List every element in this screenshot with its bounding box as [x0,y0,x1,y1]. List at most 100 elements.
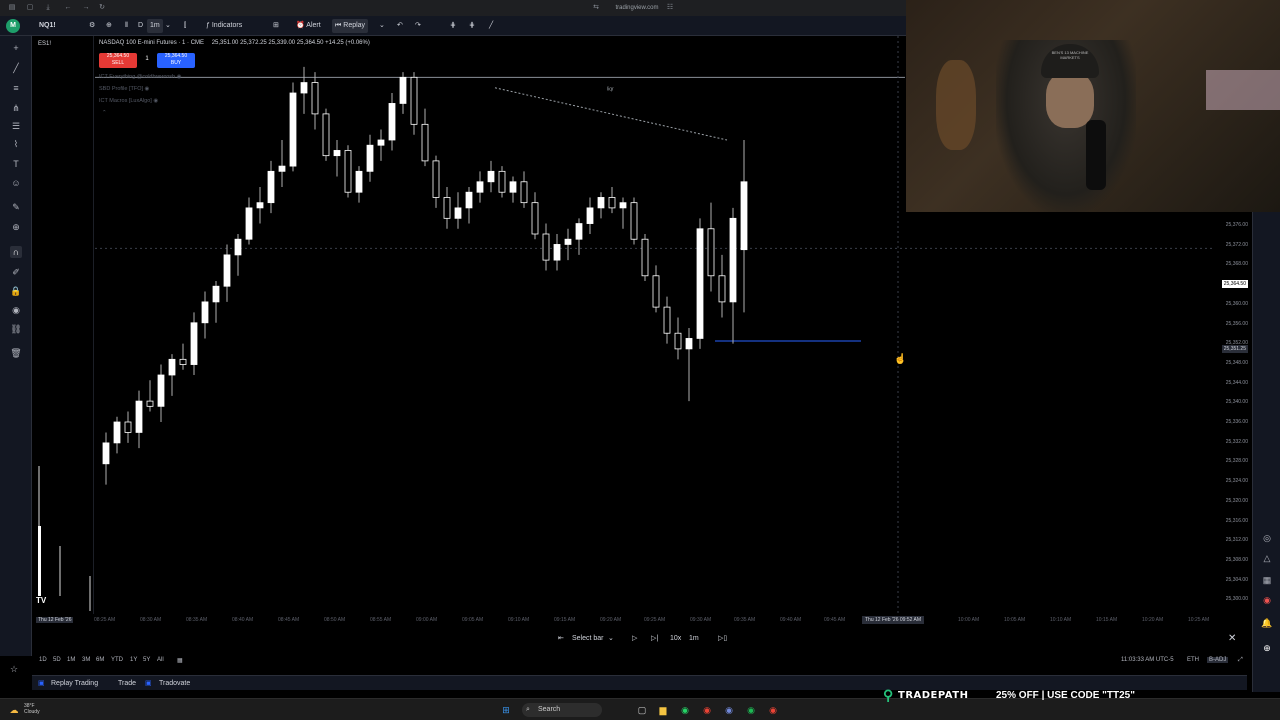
task-view-icon[interactable]: ▢ [636,704,648,716]
trendline-icon[interactable]: ╱ [10,62,22,74]
expand-icon[interactable]: ⤢ [1238,657,1243,664]
timeframe-1m[interactable]: 1m [147,19,163,33]
draw-tool-icon[interactable]: ⋕ [447,19,459,33]
line-tool-icon[interactable]: ╱ [486,19,496,33]
magnet-icon[interactable]: ∩ [10,246,22,258]
stay-drawing-icon[interactable]: ✐ [10,266,22,278]
whatsapp-icon[interactable]: ◉ [679,704,691,716]
emoji-icon[interactable]: ☺ [10,177,22,189]
step-forward-icon[interactable]: ▷| [651,634,658,644]
secondary-chart-panel[interactable]: ES1! TV [32,36,94,626]
add-symbol-icon[interactable]: ⊕ [103,19,115,33]
session-toggle[interactable]: ETH [1187,657,1199,663]
ruler-icon[interactable]: ✎ [10,201,22,213]
zoom-icon[interactable]: ⊕ [10,221,22,233]
goto-date-icon[interactable]: ▦ [177,657,183,664]
range-1m[interactable]: 1M [67,657,75,663]
replay-speed[interactable]: 10x [670,634,681,644]
indicators-button[interactable]: ƒ Indicators [203,19,245,33]
pitchfork-icon[interactable]: ⋔ [10,102,22,114]
forward-icon[interactable]: → [82,4,90,12]
star-icon[interactable]: ☆ [10,664,18,675]
calendar-icon[interactable]: ▦ [1261,574,1273,586]
range-all[interactable]: All [157,657,164,663]
download-icon[interactable]: ⤓ [44,4,52,12]
patterns-icon[interactable]: ⌇ [10,138,22,150]
select-bar-button[interactable]: Select bar [572,634,604,644]
play-icon[interactable]: ▷ [632,634,637,644]
trash-icon[interactable]: 🗑 [10,347,22,359]
indicator-ict-everything[interactable]: ICT Everything @coldbrewrosh ◉ [99,74,181,80]
ideas-icon[interactable]: △ [1261,552,1273,564]
eye-icon[interactable]: ◉ [145,86,150,92]
indicator-ict-macros[interactable]: ICT Macros [LuxAlgo] ◉ [99,98,158,104]
replay-dropdown-icon[interactable]: ⌄ [376,19,388,33]
taskbar-search[interactable]: ⌕ Search [522,703,602,717]
jump-to-realtime-icon[interactable]: ▷▯ [718,634,727,644]
browser-icon[interactable]: ◉ [767,704,779,716]
target-icon[interactable]: ◎ [1261,532,1273,544]
tab-replay-trading[interactable]: Replay Trading [51,679,98,689]
redo-icon[interactable]: ↷ [412,19,424,33]
close-replay-icon[interactable]: ✕ [1228,634,1236,644]
price-axis[interactable]: 25,376.0025,372.0025,368.0025,364.0025,3… [1215,212,1250,612]
range-1d[interactable]: 1D [39,657,47,663]
fib-retracement-icon[interactable]: ☰ [10,120,22,132]
order-quantity[interactable]: 1 [139,56,155,65]
replay-button[interactable]: ⏮ Replay [332,19,369,33]
horizontal-line-icon[interactable]: ≡ [10,82,22,94]
lock-icon[interactable]: 🔒 [10,285,22,297]
select-bar-icon[interactable]: ⇤ [558,634,564,644]
tab-tradovate[interactable]: Tradovate [159,679,190,689]
timeframe-dropdown-icon[interactable]: ⌄ [162,19,174,33]
layout-icon[interactable]: ⊞ [270,19,282,33]
spotify-icon[interactable]: ◉ [745,704,757,716]
weather-widget[interactable]: 38°F Cloudy [24,703,40,715]
back-icon[interactable]: ← [64,4,72,12]
fib-icon[interactable]: ⋕ [466,19,478,33]
browser-tab-icon[interactable]: ▢ [26,4,34,12]
start-icon[interactable]: ⊞ [500,704,512,716]
timeframe-d[interactable]: D [135,19,146,33]
range-1y[interactable]: 1Y [130,657,137,663]
symbol-search[interactable]: NQ1! [36,19,59,33]
time-axis[interactable]: Thu 12 Feb '26 Thu 12 Feb '26 09:52 AM 0… [32,614,1222,626]
collapse-legend-icon[interactable]: ⌃ [102,110,107,116]
weather-icon[interactable]: ☁ [8,704,20,716]
chrome-icon[interactable]: ◉ [701,704,713,716]
range-ytd[interactable]: YTD [111,657,123,663]
chart-style-icon[interactable]: ⫴ [122,19,131,33]
settings-icon[interactable]: ⚙ [86,19,98,33]
text-tool-icon[interactable]: T [10,158,22,170]
legend-title[interactable]: NASDAQ 100 E-mini Futures · 1 · CME [99,40,204,46]
range-3m[interactable]: 3M [82,657,90,663]
range-5d[interactable]: 5D [53,657,61,663]
link-icon[interactable]: ⛓ [10,323,22,335]
eye-icon[interactable]: ◉ [153,98,158,104]
range-5y[interactable]: 5Y [143,657,150,663]
reload-icon[interactable]: ↻ [98,4,106,12]
buy-button[interactable]: 25,364.50 BUY [157,53,195,68]
replay-interval[interactable]: 1m [689,634,699,644]
undo-icon[interactable]: ↶ [394,19,406,33]
eye-icon[interactable]: ◉ [177,74,182,80]
notifications-icon[interactable]: ◉ [1261,594,1273,606]
select-bar-dropdown-icon[interactable]: ⌄ [608,634,614,644]
discord-icon[interactable]: ◉ [723,704,735,716]
range-6m[interactable]: 6M [96,657,104,663]
alert-button[interactable]: ⏰ Alert [293,19,324,33]
clock-text[interactable]: 11:03:33 AM UTC-5 [1121,657,1174,663]
crosshair-icon[interactable]: + [10,42,22,54]
alerts-icon[interactable]: 🔔 [1261,617,1273,629]
extensions-icon[interactable]: ☷ [666,4,674,12]
help-icon[interactable]: ⊕ [1261,642,1273,654]
adjust-toggle[interactable]: B-ADJ [1207,657,1229,663]
browser-menu-icon[interactable]: ▤ [8,4,16,12]
visibility-icon[interactable]: ◉ [10,304,22,316]
indicator-sbd-profile[interactable]: SBD Profile [TFO] ◉ [99,86,149,92]
tradingview-logo-icon[interactable]: M [6,19,20,33]
file-explorer-icon[interactable]: ▆ [657,704,669,716]
candles-icon[interactable]: ⫿ [181,19,189,33]
sell-button[interactable]: 25,364.50 SELL [99,53,137,68]
tab-trade[interactable]: Trade [118,679,136,689]
